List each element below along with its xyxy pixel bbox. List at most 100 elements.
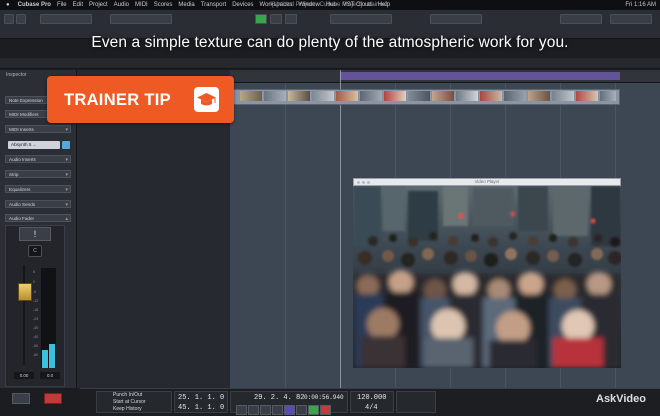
video-thumbnail [360,91,382,101]
stop-button[interactable] [270,14,282,24]
window-title: [Untitled Project - Cubase Project] - tr… [271,2,389,8]
play-button[interactable] [255,14,267,24]
monitor-button[interactable] [12,393,30,404]
record-transport-button[interactable] [320,405,331,415]
menu-midi[interactable]: MIDI [135,2,148,8]
info-line [0,58,660,69]
lesson-caption: Even a simple texture can do plenty of t… [91,34,569,51]
inspector-section-audio-inserts[interactable]: Audio Inserts ▾ [5,155,71,163]
menu-project[interactable]: Project [89,2,108,8]
fader-track [23,265,25,365]
video-thumbnail [384,91,406,101]
transport-mini[interactable] [110,14,172,24]
pause-button[interactable] [296,405,307,415]
expand-icon: ▾ [65,202,68,208]
pan-knob[interactable]: C [28,245,42,257]
activate-project-button[interactable] [4,14,14,24]
constrain-delay-button[interactable] [16,14,26,24]
video-thumbnail [432,91,454,101]
volume-fader-handle[interactable] [18,283,32,301]
menu-scores[interactable]: Scores [154,2,173,8]
meter-scale-label: -24 [33,317,39,321]
inspector-section-audio-sends[interactable]: Audio Sends ▾ [5,200,71,208]
quantize-select[interactable] [560,14,602,24]
menu-audio[interactable]: Audio [114,2,129,8]
pan-value-readout[interactable]: 0.0 [40,372,60,379]
workspace-select[interactable] [40,14,92,24]
instrument-select[interactable]: Absynth 5 ... [8,141,60,149]
forward-button[interactable] [248,405,259,415]
trainer-tip-label: TRAINER TIP [64,91,171,109]
snap-controls[interactable] [430,14,482,24]
video-player-titlebar[interactable]: Video Player [353,178,621,186]
fader-value-readout[interactable]: 0.00 [14,372,34,379]
inspector-section-midi-inserts[interactable]: MIDI Inserts ▾ [5,125,71,133]
cycle-button[interactable] [260,405,271,415]
expand-icon: ▾ [65,187,68,193]
loop-button[interactable] [284,405,295,415]
meter-scale-label: 6 [33,270,35,274]
inspector-title: Inspector [6,72,27,78]
meter-scale-label: -50 [33,344,39,348]
video-thumbnail [504,91,526,101]
inspector-section-equalizers[interactable]: Equalizers ▾ [5,185,71,193]
sync-section [396,391,436,413]
video-thumbnail [456,91,478,101]
expand-icon: ▾ [65,157,68,163]
menu-app[interactable]: Cubase Pro [18,2,51,8]
tool-buttons[interactable] [330,14,392,24]
meter-scale-label: -40 [33,335,39,339]
menu-edit[interactable]: Edit [73,2,83,8]
expand-icon: ▾ [65,127,68,133]
play-transport-button[interactable] [308,405,319,415]
rewind-button[interactable] [236,405,247,415]
graduation-cap-icon [194,87,219,112]
record-button[interactable] [285,14,297,24]
menubar-clock: Fri 1:16 AM [625,2,656,8]
menu-file[interactable]: File [57,2,67,8]
loop-range[interactable] [340,72,620,80]
meter-scale-label: -18 [33,308,39,312]
meter-scale-label: 0 [33,280,35,284]
meter-scale-label: -60 [33,353,39,357]
inspector-section-audio-fader[interactable]: Audio Fader ▴ [5,214,71,222]
meter-right-level [49,344,55,368]
expand-icon: ▴ [65,216,68,222]
apple-icon[interactable]: ● [6,2,10,8]
video-thumbnail [600,91,616,101]
meter-scale-label: -12 [33,299,39,303]
stop-transport-button[interactable] [272,405,283,415]
meter-left-level [42,350,48,368]
video-thumbnail [552,91,574,101]
project-cursor[interactable] [340,70,341,388]
video-thumbnail [408,91,430,101]
askvideo-watermark: AskVideo [596,393,646,405]
inspector-section-strip[interactable]: Strip ▾ [5,170,71,178]
start-at-cursor-option[interactable]: Start at Cursor [113,399,146,405]
video-thumbnail [576,91,598,101]
record-enable-button[interactable] [44,393,62,404]
time-signature[interactable]: 4/4 [365,404,378,412]
crowd-video-image [353,186,621,368]
tempo-readout[interactable]: 120.000 [357,394,386,402]
video-player-title: Video Player [474,179,500,184]
edit-instrument-icon[interactable] [62,141,70,149]
punch-in-out-option[interactable]: Punch In/Out [113,392,142,398]
menu-media[interactable]: Media [178,2,194,8]
color-select[interactable] [610,14,652,24]
read-write-button[interactable]: ! [19,227,51,241]
left-locator[interactable]: 25. 1. 1. 0 [178,394,224,402]
video-frame [353,186,621,368]
video-thumbnail [288,91,310,101]
gridline [285,83,286,388]
keep-history-option[interactable]: Keep History [113,406,142,412]
position-time[interactable]: 0:00:56.940 [304,394,344,401]
right-locator[interactable]: 45. 1. 1. 0 [178,404,224,412]
video-thumbnail [240,91,262,101]
video-thumbnail [528,91,550,101]
menu-transport[interactable]: Transport [201,2,226,8]
expand-icon: ▾ [65,172,68,178]
position-bars[interactable]: 29. 2. 4. 82 [254,394,304,402]
video-thumbnail [264,91,286,101]
video-thumbnail [480,91,502,101]
